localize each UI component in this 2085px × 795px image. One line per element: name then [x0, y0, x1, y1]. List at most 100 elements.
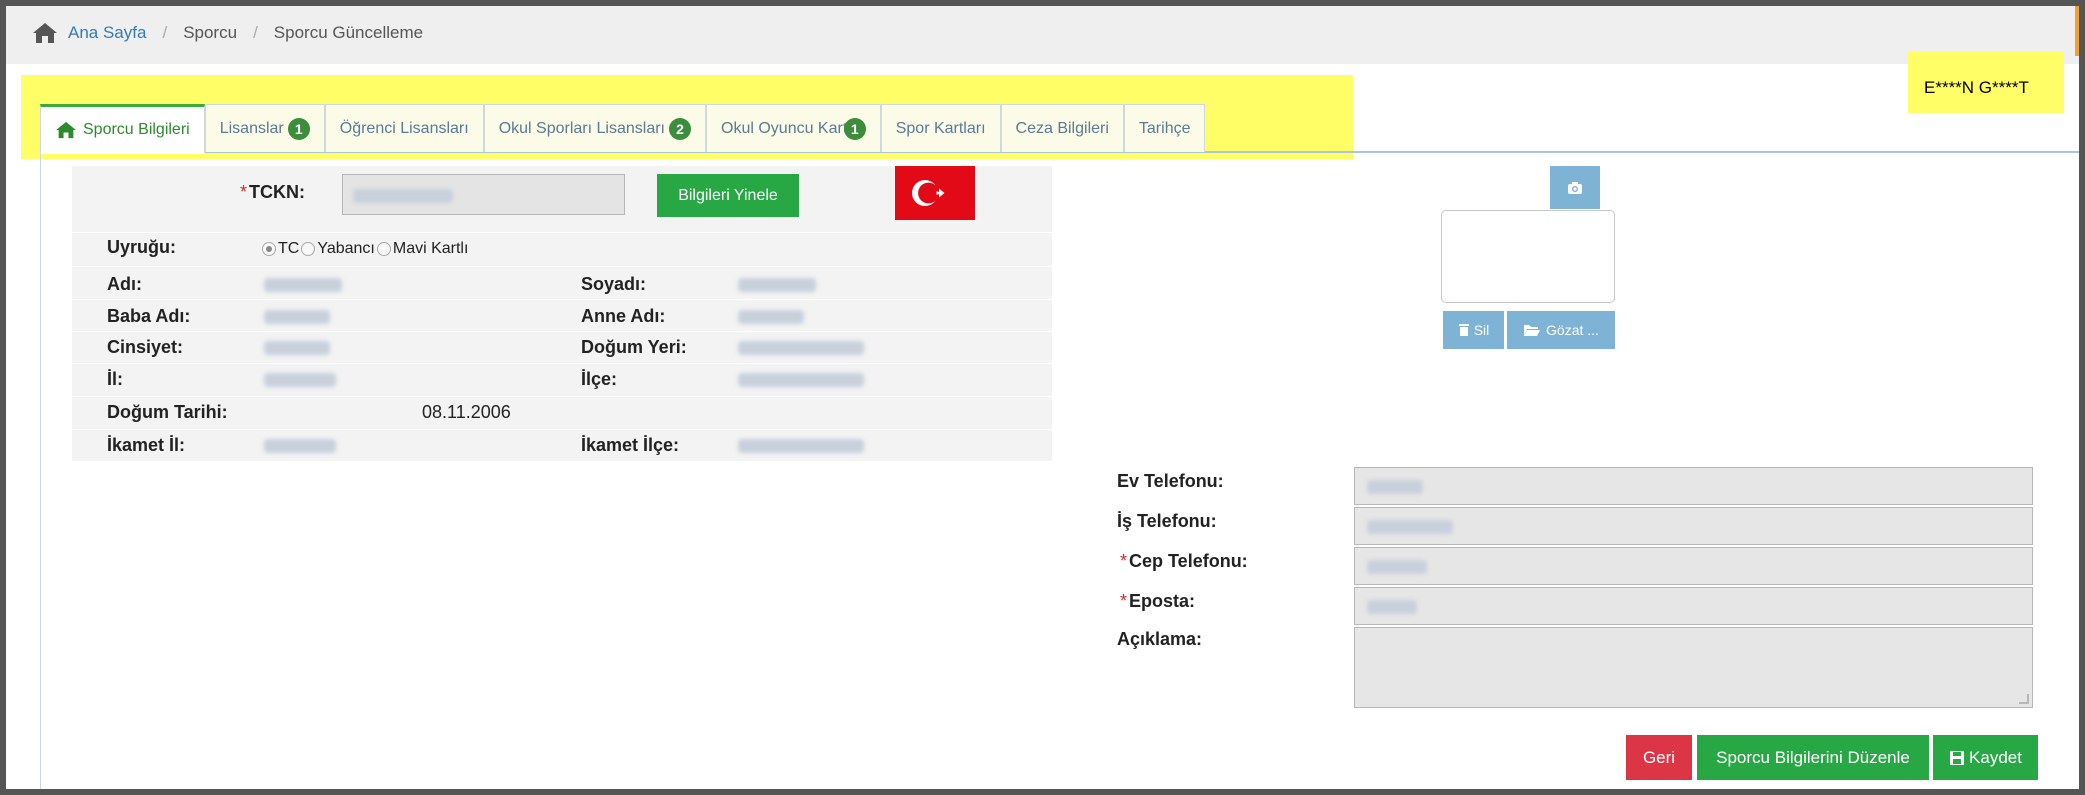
tab-lisanslar[interactable]: Lisanslar 1	[204, 104, 325, 152]
delete-photo-button[interactable]: Sil	[1443, 311, 1504, 349]
province-label: İl:	[107, 369, 123, 389]
birthdate-label: Doğum Tarihi:	[107, 402, 228, 422]
page-frame: Ana Sayfa / Sporcu / Sporcu Güncelleme E…	[0, 0, 2085, 795]
count-badge: 1	[287, 117, 310, 140]
row-divider	[72, 363, 1052, 364]
breadcrumb-home-link[interactable]: Ana Sayfa	[32, 22, 146, 44]
breadcrumb-item-sporcu[interactable]: Sporcu	[183, 23, 237, 43]
redacted-value	[1367, 560, 1427, 574]
radio-tc[interactable]	[262, 242, 276, 256]
redacted-value	[738, 310, 804, 324]
district-label: İlçe:	[581, 369, 618, 389]
mother-name-label: Anne Adı:	[581, 306, 666, 326]
redacted-value	[738, 373, 864, 387]
tab-spor-kartlari[interactable]: Spor Kartları	[880, 104, 1001, 152]
redacted-value	[738, 278, 816, 292]
folder-open-icon	[1524, 325, 1541, 336]
accent-strip	[2075, 6, 2079, 56]
camera-icon	[1568, 181, 1582, 194]
user-name: E****N G****T	[1924, 78, 2029, 97]
refresh-info-button[interactable]: Bilgileri Yinele	[657, 174, 799, 217]
home-phone-input[interactable]	[1354, 467, 2033, 505]
nationality-radio-group: TC Yabancı Mavi Kartlı	[262, 240, 470, 258]
home-phone-label: Ev Telefonu:	[1117, 471, 1224, 491]
tckn-label-text: TCKN:	[249, 182, 306, 202]
radio-yabanci[interactable]	[301, 242, 316, 256]
redacted-value	[353, 189, 453, 203]
tab-ogrenci-lisanslari[interactable]: Öğrenci Lisansları	[324, 104, 484, 152]
required-mark: *	[240, 182, 248, 202]
tab-okul-oyuncu-karti[interactable]: Okul Oyuncu Kartı 1	[706, 104, 881, 152]
save-icon	[1950, 750, 1965, 765]
row-divider	[72, 396, 1052, 397]
row-divider	[72, 429, 1052, 430]
redacted-value	[264, 278, 342, 292]
email-label-text: Eposta:	[1129, 591, 1196, 611]
surname-label: Soyadı:	[581, 274, 647, 294]
save-button[interactable]: Kaydet	[1933, 735, 2038, 780]
tab-label: Öğrenci Lisansları	[339, 119, 469, 137]
row-divider	[72, 232, 1052, 233]
redacted-value	[738, 341, 864, 355]
required-mark: *	[1120, 591, 1128, 611]
save-label: Kaydet	[1969, 747, 2022, 767]
nationality-label: Uyruğu:	[107, 237, 176, 257]
row-divider	[72, 331, 1052, 332]
count-badge: 2	[669, 117, 691, 140]
residence-province-label: İkamet İl:	[107, 435, 186, 455]
work-phone-label: İş Telefonu:	[1117, 511, 1217, 531]
home-icon	[33, 23, 57, 43]
breadcrumb-home-label[interactable]: Ana Sayfa	[68, 23, 146, 43]
redacted-value	[1367, 480, 1423, 494]
birthdate-value: 08.11.2006	[422, 402, 511, 422]
note-textarea[interactable]	[1354, 627, 2033, 708]
photo-preview	[1441, 210, 1615, 303]
back-button[interactable]: Geri	[1626, 735, 1692, 780]
home-icon	[56, 121, 76, 138]
radio-mavi-kartli[interactable]	[376, 242, 391, 256]
count-badge: 1	[843, 117, 866, 140]
row-divider	[72, 299, 1052, 300]
turkish-flag-icon	[895, 166, 975, 220]
work-phone-input[interactable]	[1354, 507, 2033, 545]
redacted-value	[1367, 600, 1417, 614]
redacted-value	[1367, 520, 1453, 534]
tab-label: Sporcu Bilgileri	[83, 120, 190, 138]
browse-photo-label: Gözat ...	[1546, 322, 1599, 338]
redacted-value	[264, 341, 330, 355]
row-divider	[72, 266, 1052, 267]
trash-icon	[1458, 324, 1469, 336]
tab-label: Okul Oyuncu Kartı	[721, 119, 852, 137]
tab-ceza-bilgileri[interactable]: Ceza Bilgileri	[1000, 104, 1124, 152]
tab-label: Lisanslar	[219, 119, 284, 137]
tab-sporcu-bilgileri[interactable]: Sporcu Bilgileri	[40, 104, 205, 154]
tab-bar: Sporcu Bilgileri Lisanslar 1 Öğrenci Lis…	[40, 104, 1206, 154]
email-label: * Eposta:	[1120, 591, 1195, 612]
gender-label: Cinsiyet:	[107, 337, 184, 357]
tab-label: Ceza Bilgileri	[1015, 119, 1109, 137]
browse-photo-button[interactable]: Gözat ...	[1507, 311, 1615, 349]
delete-photo-label: Sil	[1473, 322, 1490, 338]
tab-label: Okul Sporları Lisansları	[498, 119, 665, 137]
birthplace-label: Doğum Yeri:	[581, 337, 687, 357]
breadcrumb-separator: /	[253, 23, 258, 42]
tckn-input[interactable]	[342, 174, 625, 215]
edit-athlete-button[interactable]: Sporcu Bilgilerini Düzenle	[1697, 735, 1929, 780]
redacted-value	[738, 439, 864, 453]
breadcrumb-current: Sporcu Güncelleme	[273, 23, 424, 42]
father-name-label: Baba Adı:	[107, 306, 191, 326]
tckn-label: * TCKN:	[240, 182, 305, 203]
tab-label: Spor Kartları	[895, 119, 986, 137]
required-mark: *	[1120, 551, 1128, 571]
mobile-phone-input[interactable]	[1354, 547, 2033, 585]
resize-grip-icon[interactable]	[2019, 694, 2029, 704]
tab-okul-sporlari-lisanslari[interactable]: Okul Sporları Lisansları 2	[483, 104, 706, 152]
breadcrumb-separator: /	[162, 23, 168, 42]
redacted-value	[264, 439, 336, 453]
tab-tarihce[interactable]: Tarihçe	[1123, 104, 1206, 152]
camera-button[interactable]	[1550, 166, 1600, 209]
residence-district-label: İkamet İlçe:	[581, 435, 680, 455]
email-input[interactable]	[1354, 587, 2033, 625]
redacted-value	[264, 310, 330, 324]
content-border	[40, 153, 41, 789]
